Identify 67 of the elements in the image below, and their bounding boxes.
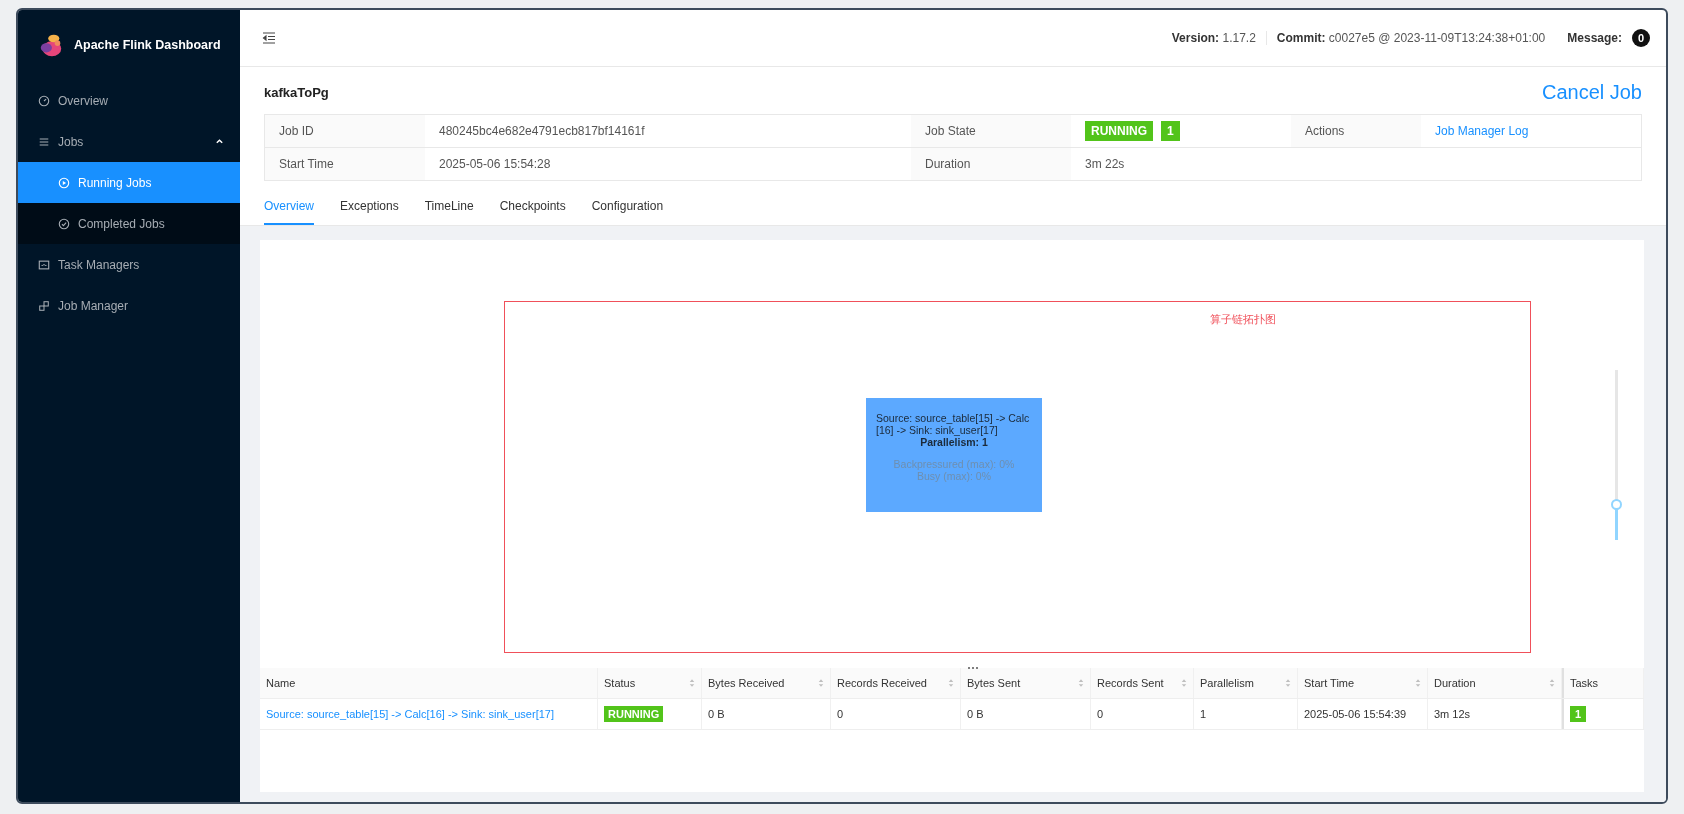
column-header: Status xyxy=(604,677,636,689)
header-info: Commit: c0027e5 @ 2023-11-09T13:24:38+01:00 xyxy=(1276,31,1546,45)
status-badge: RUNNING xyxy=(604,706,664,722)
annotation-label: 算子链拓扑图 xyxy=(1210,312,1276,327)
column-header: Bytes Received xyxy=(708,677,785,689)
node-title: Source: source_table[15] -> Calc[16] -> Sink: sink_user[17] xyxy=(876,412,1031,436)
column-header: Parallelism xyxy=(1200,677,1254,689)
status-badge: RUNNING xyxy=(1085,121,1153,141)
monitor-icon xyxy=(38,258,50,271)
info-value: 2025-05-06 15:54:28 xyxy=(439,157,551,171)
node-parallelism: Parallelism: 1 xyxy=(920,436,988,448)
nav-item[interactable]: Overview xyxy=(18,80,240,121)
graph-node[interactable]: Source: source_table[15] -> Calc[16] -> Sink: sink_user[17] Parallelism: 1 Backpressured (max): 0% Busy (max): 0% xyxy=(866,398,1042,512)
table-cell: 2025-05-06 15:54:39 xyxy=(1304,708,1407,720)
info-label: Job ID xyxy=(265,115,425,147)
sort-icon[interactable] xyxy=(948,678,954,688)
table-cell: 0 B xyxy=(708,708,725,720)
sort-icon[interactable] xyxy=(1415,678,1421,688)
info-value: 3m 22s xyxy=(1085,157,1125,171)
sort-icon[interactable] xyxy=(1549,678,1555,688)
gauge-icon xyxy=(38,94,50,107)
message-label: Message: xyxy=(1567,31,1622,45)
table-cell: 0 xyxy=(837,708,844,720)
check-circle-icon xyxy=(58,217,70,230)
column-header: Duration xyxy=(1434,677,1476,689)
cluster-icon xyxy=(38,299,50,312)
tab[interactable]: TimeLine xyxy=(424,199,474,225)
info-label: Duration xyxy=(911,148,1071,180)
column-header: Tasks xyxy=(1570,677,1599,689)
table-cell: 0 xyxy=(1097,708,1104,720)
info-label: Actions xyxy=(1291,115,1421,147)
job-name: kafkaToPg xyxy=(264,85,329,100)
column-header: Name xyxy=(266,677,296,689)
count-badge: 1 xyxy=(1161,121,1180,141)
sort-icon[interactable] xyxy=(689,678,695,688)
sort-icon[interactable] xyxy=(1285,678,1291,688)
nav-item[interactable]: Task Managers xyxy=(18,244,240,285)
table-cell: 3m 12s xyxy=(1434,708,1471,720)
logo-icon xyxy=(38,32,64,58)
sort-icon[interactable] xyxy=(1078,678,1084,688)
task-count-badge: 1 xyxy=(1570,706,1587,722)
nav-item[interactable]: Job Manager xyxy=(18,285,240,326)
table-cell: 0 B xyxy=(967,708,984,720)
column-header: Records Received xyxy=(837,677,927,689)
sort-icon[interactable] xyxy=(818,678,824,688)
info-label: Job State xyxy=(911,115,1071,147)
tab[interactable]: Configuration xyxy=(591,199,664,225)
brand-title: Apache Flink Dashboard xyxy=(74,38,221,52)
drag-handle-icon[interactable] xyxy=(966,666,980,670)
menu-fold-icon[interactable] xyxy=(262,31,276,45)
sort-icon[interactable] xyxy=(1181,678,1187,688)
tab[interactable]: Exceptions xyxy=(340,199,399,225)
nav-item[interactable]: Jobs xyxy=(18,121,240,162)
table-cell: 1 xyxy=(1200,708,1207,720)
message-count[interactable]: 0 xyxy=(1632,29,1650,47)
info-label: Start Time xyxy=(265,148,425,180)
header-info: Version: 1.17.2 xyxy=(1171,31,1256,45)
column-header: Records Sent xyxy=(1097,677,1164,689)
play-circle-icon xyxy=(58,176,70,189)
nav-item[interactable]: Completed Jobs xyxy=(18,203,240,244)
node-metric: Backpressured (max): 0% xyxy=(893,458,1015,470)
list-icon xyxy=(38,135,50,148)
tab[interactable]: Checkpoints xyxy=(499,199,566,225)
info-value: 480245bc4e682e4791ecb817bf14161f xyxy=(439,124,645,138)
column-header: Start Time xyxy=(1304,677,1355,689)
node-metric: Busy (max): 0% xyxy=(916,470,992,482)
column-header: Bytes Sent xyxy=(967,677,1021,689)
